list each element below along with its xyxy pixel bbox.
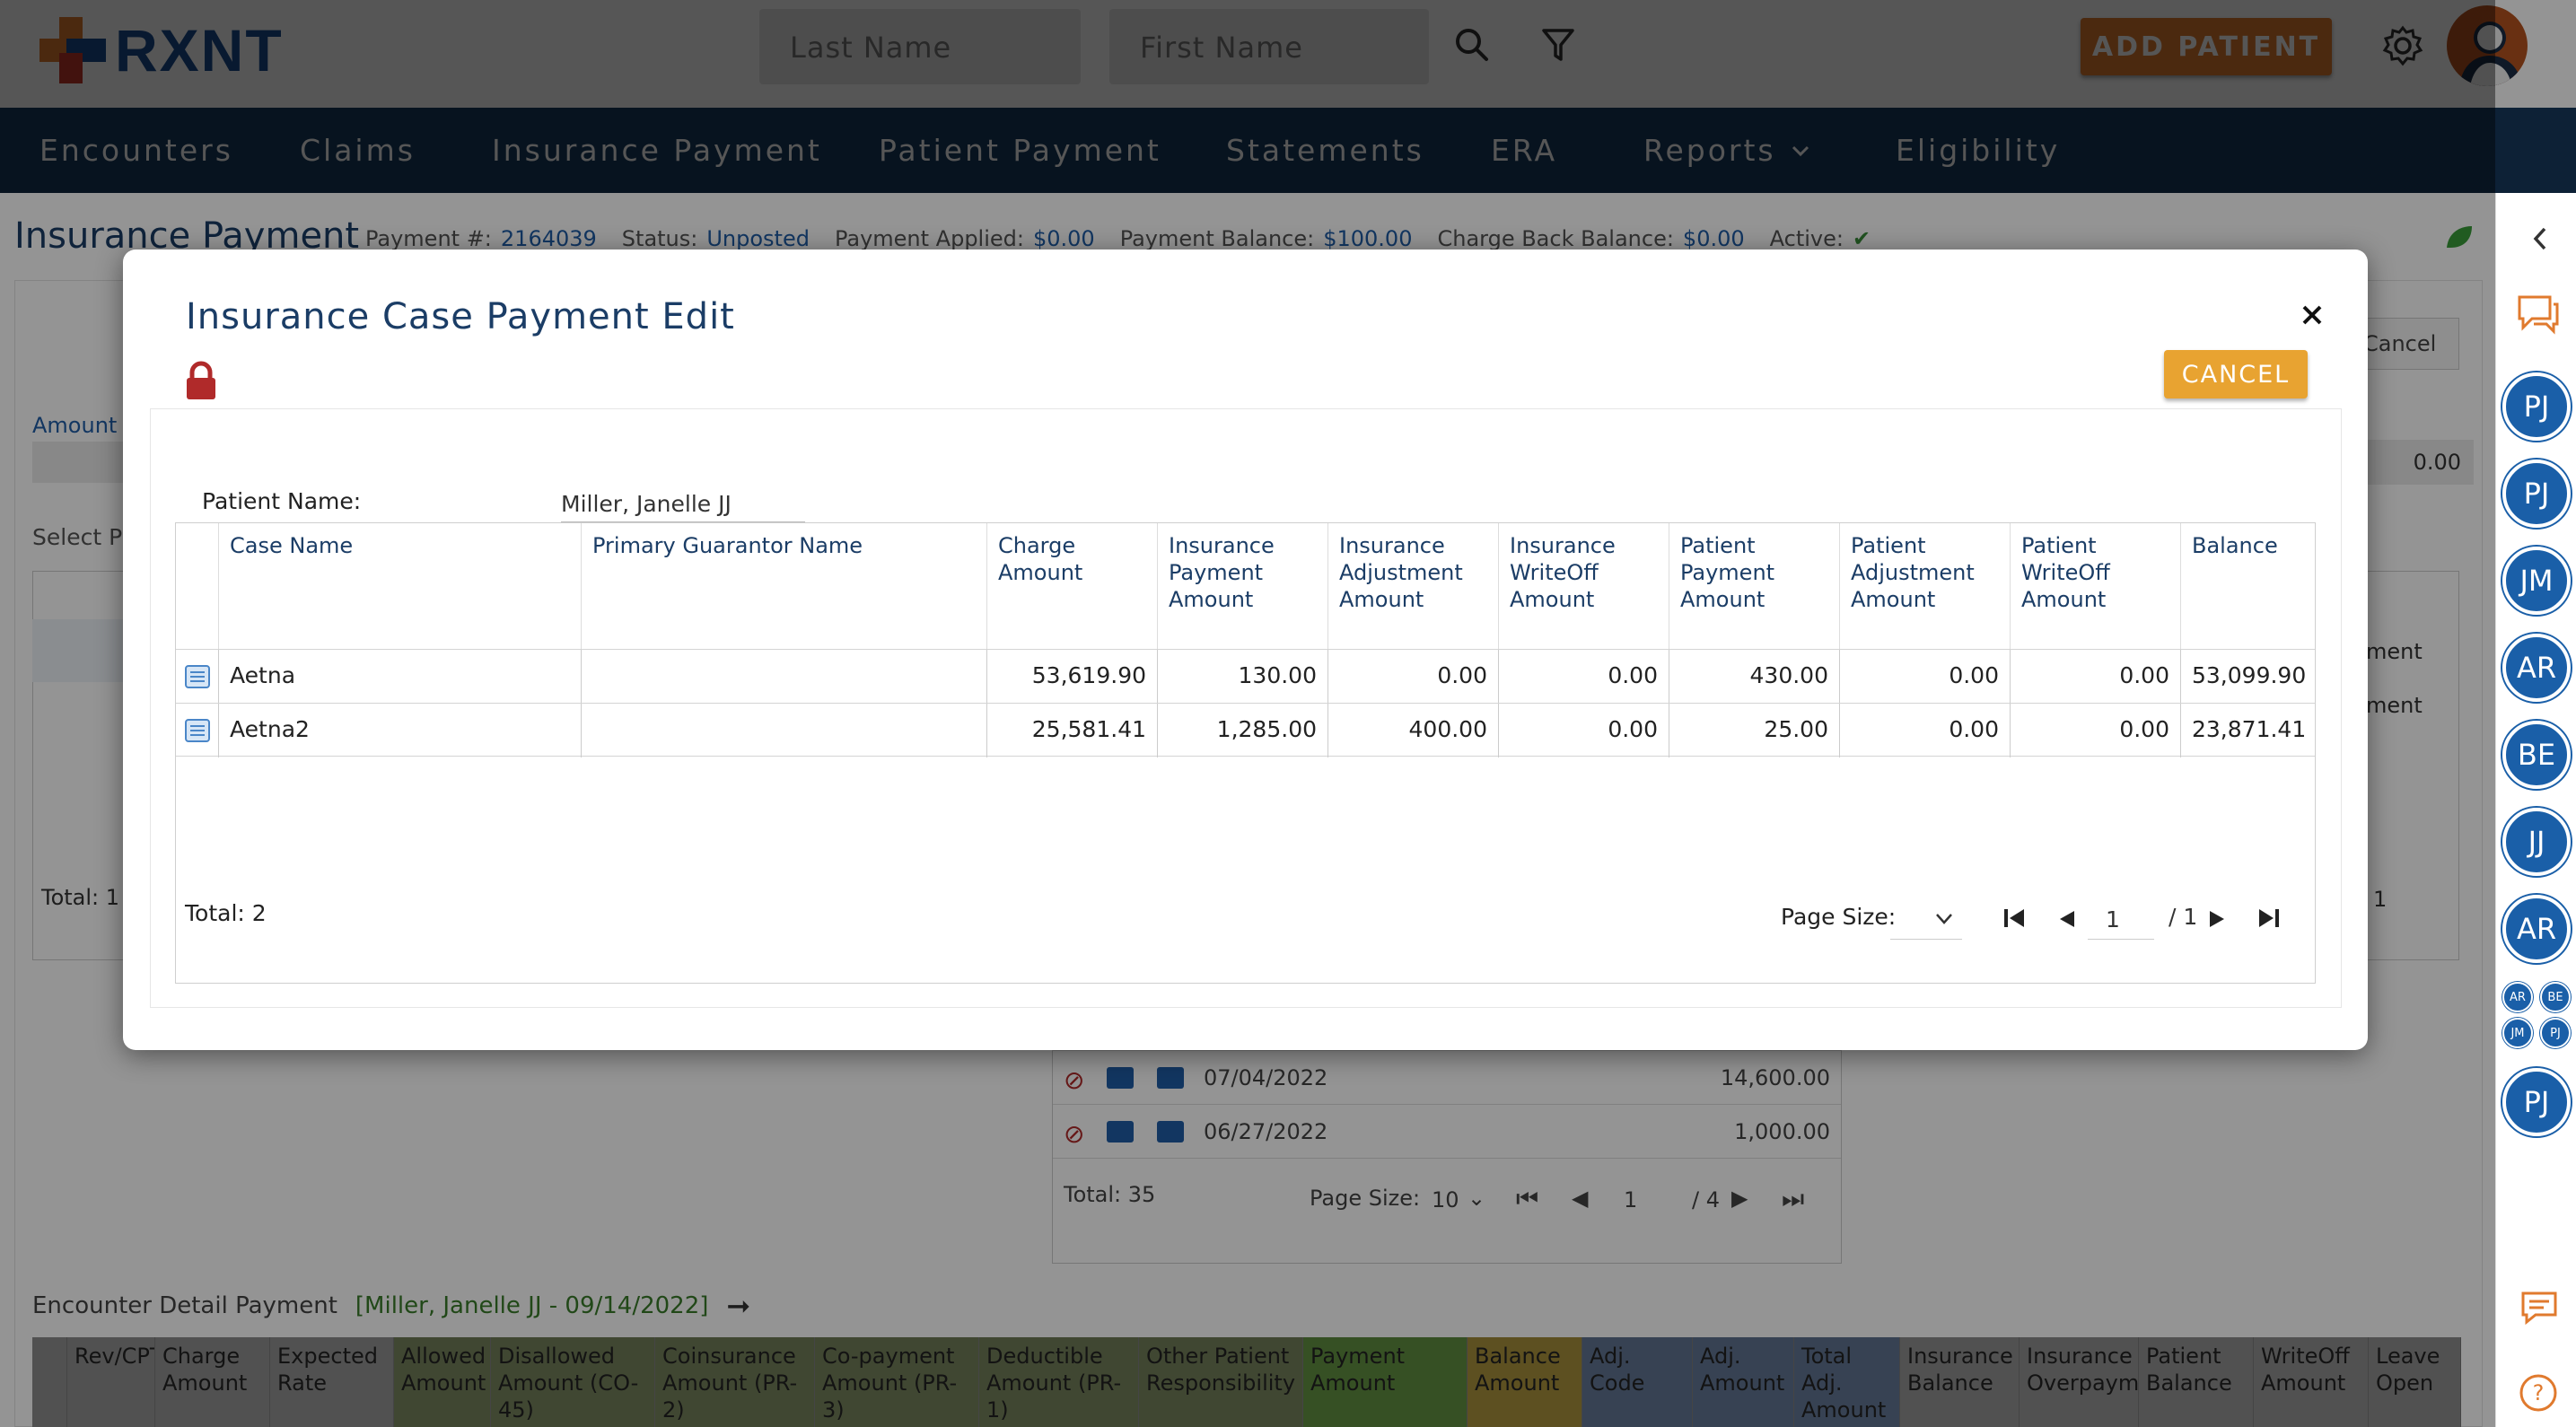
amount-cell: 430.00 xyxy=(1669,650,1840,704)
table-row[interactable]: Aetna 53,619.90 130.00 0.00 0.00 430.00 0.00 0.… xyxy=(176,649,2315,704)
last-page-icon[interactable] xyxy=(2257,907,2281,929)
avatar-ar[interactable]: AR xyxy=(2502,634,2571,702)
modal-title: Insurance Case Payment Edit xyxy=(186,296,735,337)
amount-cell: 400.00 xyxy=(1328,704,1499,757)
amount-cell: 0.00 xyxy=(1328,650,1499,704)
amount-cell: 0.00 xyxy=(1499,704,1669,757)
chat-icon[interactable] xyxy=(2514,292,2561,335)
close-icon[interactable] xyxy=(2299,302,2326,328)
help-icon[interactable]: ? xyxy=(2518,1372,2559,1414)
column-header-insurance-adjustment-amount[interactable]: Insurance Adjustment Amount xyxy=(1328,523,1499,649)
page-size-label: Page Size: xyxy=(1781,904,1897,930)
table-row[interactable]: Aetna2 25,581.41 1,285.00 400.00 0.00 25.00 0.… xyxy=(176,703,2315,757)
amount-cell: 0.00 xyxy=(1840,704,2011,757)
case-name-cell: Aetna2 xyxy=(219,704,582,757)
column-header-charge-amount[interactable]: Charge Amount xyxy=(987,523,1158,649)
row-detail-cell[interactable] xyxy=(176,650,219,704)
amount-cell: 0.00 xyxy=(1840,650,2011,704)
cancel-button[interactable]: CANCEL xyxy=(2164,350,2308,398)
avatar-be[interactable]: BE xyxy=(2502,721,2571,789)
avatar-pj[interactable]: PJ xyxy=(2502,372,2571,441)
chevron-left-icon[interactable] xyxy=(2530,225,2552,252)
column-header-patient-payment-amount[interactable]: Patient Payment Amount xyxy=(1669,523,1840,649)
grid-total: Total: 2 xyxy=(185,900,267,926)
mini-avatar-ar[interactable]: AR xyxy=(2502,982,2533,1012)
case-grid: Case Name Primary Guarantor Name Charge Am… xyxy=(175,522,2316,984)
list-detail-icon[interactable] xyxy=(185,665,210,688)
avatar-pj[interactable]: PJ xyxy=(2502,460,2571,528)
amount-cell: 0.00 xyxy=(1499,650,1669,704)
column-header-balance[interactable]: Balance xyxy=(2181,523,2315,649)
case-grid-header: Case Name Primary Guarantor Name Charge Am… xyxy=(176,523,2315,649)
row-detail-cell[interactable] xyxy=(176,704,219,757)
amount-cell: 23,871.41 xyxy=(2192,716,2307,742)
prev-page-icon[interactable] xyxy=(2058,909,2076,929)
page-size-select[interactable] xyxy=(1890,897,1962,940)
amount-cell: 25,581.41 xyxy=(987,704,1158,757)
column-header-insurance-payment-amount[interactable]: Insurance Payment Amount xyxy=(1158,523,1328,649)
avatar-jj[interactable]: JJ xyxy=(2502,808,2571,876)
case-grid-body: Aetna 53,619.90 130.00 0.00 0.00 430.00 0.00 0.… xyxy=(176,649,2315,766)
mini-avatar-be[interactable]: BE xyxy=(2540,982,2571,1012)
modal-backdrop-top xyxy=(0,0,2576,193)
message-icon[interactable] xyxy=(2519,1290,2559,1326)
page-input[interactable]: 1 xyxy=(2088,897,2154,940)
column-header-primary-guarantor-name[interactable]: Primary Guarantor Name xyxy=(582,523,987,649)
amount-cell: 0.00 xyxy=(2011,650,2181,704)
amount-cell: 0.00 xyxy=(2011,704,2181,757)
amount-cell: 53,099.90 xyxy=(2192,662,2307,688)
guarantor-cell xyxy=(582,704,987,757)
amount-cell: 53,619.90 xyxy=(987,650,1158,704)
guarantor-cell xyxy=(582,650,987,704)
mini-avatar-jm[interactable]: JM xyxy=(2502,1018,2533,1048)
lock-icon xyxy=(187,361,215,399)
insurance-case-payment-modal: Insurance Case Payment Edit CANCEL Patie… xyxy=(123,250,2368,1050)
mini-avatar-pj[interactable]: PJ xyxy=(2540,1018,2571,1048)
patient-name-value: Miller, Janelle JJ xyxy=(561,486,805,522)
avatar-ar[interactable]: AR xyxy=(2502,895,2571,963)
next-page-icon[interactable] xyxy=(2208,909,2226,929)
avatar-jm[interactable]: JM xyxy=(2502,547,2571,615)
first-page-icon[interactable] xyxy=(2002,907,2026,929)
list-detail-icon[interactable] xyxy=(185,719,210,742)
column-header-patient-adjustment-amount[interactable]: Patient Adjustment Amount xyxy=(1840,523,2011,649)
amount-cell: 1,285.00 xyxy=(1158,704,1328,757)
amount-cell: 25.00 xyxy=(1669,704,1840,757)
page-total: / 1 xyxy=(2169,904,2198,930)
amount-cell: 130.00 xyxy=(1158,650,1328,704)
select-column-header xyxy=(176,523,219,649)
case-name-cell: Aetna xyxy=(219,650,582,704)
column-header-patient-writeoff-amount[interactable]: Patient WriteOff Amount xyxy=(2011,523,2181,649)
column-header-insurance-writeoff-amount[interactable]: Insurance WriteOff Amount xyxy=(1499,523,1669,649)
patient-name-label: Patient Name: xyxy=(202,488,362,514)
svg-text:?: ? xyxy=(2533,1380,2545,1405)
column-header-case-name[interactable]: Case Name xyxy=(219,523,582,649)
avatar-pj[interactable]: PJ xyxy=(2502,1068,2571,1136)
chevron-down-icon[interactable] xyxy=(1935,913,1953,925)
